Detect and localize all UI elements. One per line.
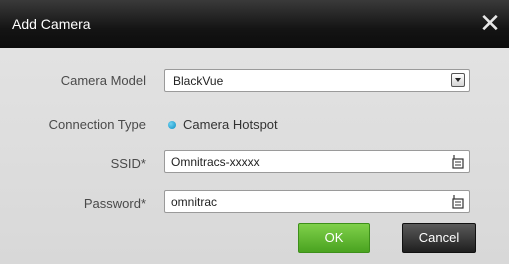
password-label: Password* bbox=[83, 196, 146, 211]
camera-model-value: BlackVue bbox=[173, 74, 224, 88]
close-icon[interactable]: ✕ bbox=[477, 9, 503, 37]
ok-button[interactable]: OK bbox=[298, 223, 370, 253]
keyboard-icon[interactable] bbox=[451, 154, 465, 169]
dialog-titlebar: Add Camera ✕ bbox=[0, 0, 509, 48]
camera-hotspot-radio[interactable] bbox=[168, 121, 176, 129]
password-field[interactable] bbox=[164, 190, 470, 213]
cancel-button[interactable]: Cancel bbox=[402, 223, 476, 253]
camera-model-select[interactable]: BlackVue bbox=[164, 69, 470, 92]
dialog-title: Add Camera bbox=[12, 16, 91, 32]
ssid-input[interactable] bbox=[171, 153, 441, 170]
camera-hotspot-label[interactable]: Camera Hotspot bbox=[183, 117, 278, 132]
connection-type-label: Connection Type bbox=[48, 117, 146, 132]
ssid-label: SSID* bbox=[110, 156, 146, 171]
camera-model-label: Camera Model bbox=[60, 73, 146, 88]
add-camera-dialog: Add Camera ✕ Camera Model BlackVue Conne… bbox=[0, 0, 509, 264]
ssid-field[interactable] bbox=[164, 150, 470, 173]
chevron-down-icon[interactable] bbox=[451, 73, 465, 87]
keyboard-icon[interactable] bbox=[451, 194, 465, 209]
dialog-body: Camera Model BlackVue Connection Type Ca… bbox=[0, 48, 509, 264]
password-input[interactable] bbox=[171, 193, 441, 210]
